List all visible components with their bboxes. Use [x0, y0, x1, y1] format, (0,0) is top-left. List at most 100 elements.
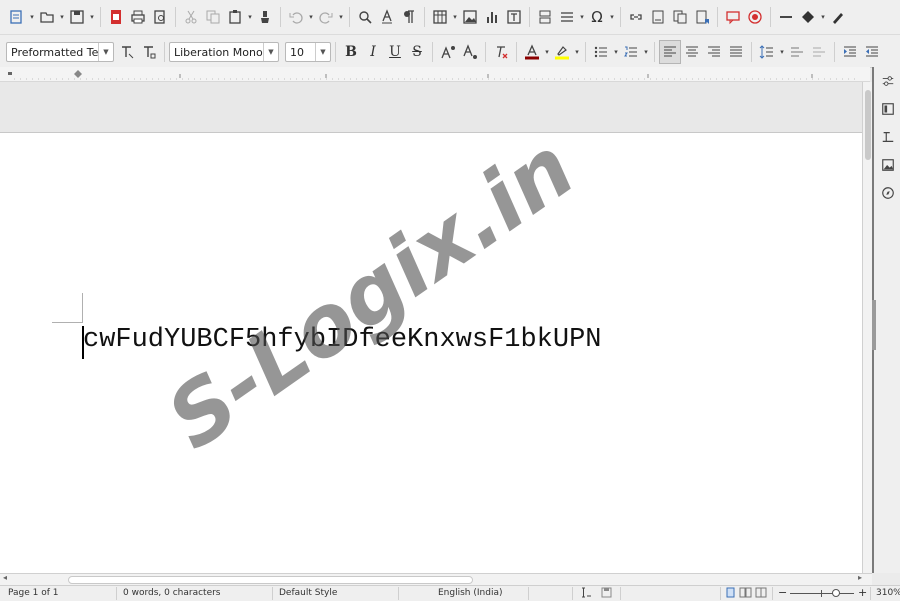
paragraph-style-select[interactable]: Preformatted Text ▼ — [6, 42, 114, 62]
redo-dropdown[interactable]: ▾ — [337, 5, 345, 29]
undo-icon[interactable] — [285, 5, 307, 29]
print-icon[interactable] — [127, 5, 149, 29]
insert-image-icon[interactable] — [459, 5, 481, 29]
vertical-scrollbar-thumb[interactable] — [865, 90, 871, 160]
bookmark-icon[interactable] — [691, 5, 713, 29]
numbered-list-icon[interactable] — [620, 40, 642, 64]
update-style-icon[interactable] — [116, 40, 138, 64]
horizontal-scrollbar-thumb[interactable] — [68, 576, 473, 584]
decrease-indent-icon[interactable] — [861, 40, 883, 64]
book-view-icon[interactable] — [755, 587, 767, 601]
footnote-icon[interactable] — [647, 5, 669, 29]
superscript-icon[interactable] — [437, 40, 459, 64]
align-center-icon[interactable] — [681, 40, 703, 64]
sidebar-styles-icon[interactable] — [874, 95, 900, 123]
page-break-icon[interactable] — [534, 5, 556, 29]
comment-icon[interactable] — [722, 5, 744, 29]
horizontal-ruler[interactable] — [0, 67, 870, 82]
insert-mode-icon[interactable] — [580, 587, 592, 601]
bullet-list-dropdown[interactable]: ▾ — [612, 40, 620, 64]
font-color-icon[interactable] — [521, 40, 543, 64]
multi-page-view-icon[interactable] — [739, 587, 753, 601]
chevron-down-icon[interactable]: ▼ — [315, 43, 330, 61]
increase-paragraph-spacing-icon[interactable] — [786, 40, 808, 64]
sidebar-resize-handle[interactable] — [872, 300, 876, 350]
line-icon[interactable] — [775, 5, 797, 29]
endnote-icon[interactable] — [669, 5, 691, 29]
special-character-dropdown[interactable]: ▾ — [608, 5, 616, 29]
spelling-icon[interactable] — [376, 5, 398, 29]
line-spacing-icon[interactable] — [756, 40, 778, 64]
special-character-icon[interactable]: Ω — [586, 5, 608, 29]
export-pdf-icon[interactable] — [105, 5, 127, 29]
track-changes-icon[interactable] — [744, 5, 766, 29]
numbered-list-dropdown[interactable]: ▾ — [642, 40, 650, 64]
new-style-icon[interactable] — [138, 40, 160, 64]
open-icon[interactable] — [36, 5, 58, 29]
find-replace-icon[interactable] — [354, 5, 376, 29]
insert-field-dropdown[interactable]: ▾ — [578, 5, 586, 29]
draw-function-icon[interactable] — [827, 5, 849, 29]
subscript-icon[interactable] — [459, 40, 481, 64]
insert-table-icon[interactable] — [429, 5, 451, 29]
document-modified-icon[interactable] — [601, 587, 612, 601]
italic-icon[interactable]: I — [362, 40, 384, 64]
insert-textbox-icon[interactable] — [503, 5, 525, 29]
page-count[interactable]: Page 1 of 1 — [8, 588, 59, 598]
decrease-paragraph-spacing-icon[interactable] — [808, 40, 830, 64]
single-page-view-icon[interactable] — [726, 587, 736, 601]
sidebar-navigator-icon[interactable] — [874, 179, 900, 207]
chevron-down-icon[interactable]: ▼ — [98, 43, 113, 61]
line-spacing-dropdown[interactable]: ▾ — [778, 40, 786, 64]
font-size-select[interactable]: 10 ▼ — [285, 42, 331, 62]
clone-formatting-icon[interactable] — [254, 5, 276, 29]
page-style[interactable]: Default Style — [279, 588, 337, 598]
font-name-select[interactable]: Liberation Mono ▼ — [169, 42, 279, 62]
copy-icon[interactable] — [202, 5, 224, 29]
underline-icon[interactable]: U — [384, 40, 406, 64]
basic-shapes-dropdown[interactable]: ▾ — [819, 5, 827, 29]
zoom-in-icon[interactable]: + — [858, 586, 867, 599]
new-dropdown[interactable]: ▾ — [28, 5, 36, 29]
bullet-list-icon[interactable] — [590, 40, 612, 64]
highlight-color-icon[interactable] — [551, 40, 573, 64]
sidebar-properties-icon[interactable] — [874, 67, 900, 95]
increase-indent-icon[interactable] — [839, 40, 861, 64]
redo-icon[interactable] — [315, 5, 337, 29]
align-left-icon[interactable] — [659, 40, 681, 64]
basic-shapes-icon[interactable] — [797, 5, 819, 29]
zoom-out-icon[interactable]: − — [778, 586, 787, 599]
scroll-left-icon[interactable]: ◂ — [3, 573, 7, 582]
justify-icon[interactable] — [725, 40, 747, 64]
zoom-slider-track[interactable] — [790, 593, 854, 594]
insert-field-icon[interactable] — [556, 5, 578, 29]
word-count[interactable]: 0 words, 0 characters — [123, 588, 221, 598]
clear-formatting-icon[interactable] — [490, 40, 512, 64]
paste-icon[interactable] — [224, 5, 246, 29]
save-dropdown[interactable]: ▾ — [88, 5, 96, 29]
scroll-right-icon[interactable]: ▸ — [858, 573, 862, 582]
zoom-level[interactable]: 310% — [876, 588, 900, 598]
new-icon[interactable] — [6, 5, 28, 29]
insert-chart-icon[interactable] — [481, 5, 503, 29]
document-page[interactable]: cwFudYUBCF5hfybIDfeeKnxwsF1bkUPN S-Logix… — [0, 133, 862, 573]
sidebar-gallery-icon[interactable] — [874, 151, 900, 179]
print-preview-icon[interactable] — [149, 5, 171, 29]
chevron-down-icon[interactable]: ▼ — [263, 43, 278, 61]
paste-dropdown[interactable]: ▾ — [246, 5, 254, 29]
formatting-marks-icon[interactable] — [398, 5, 420, 29]
save-icon[interactable] — [66, 5, 88, 29]
strikethrough-icon[interactable]: S — [406, 40, 428, 64]
bold-icon[interactable]: B — [340, 40, 362, 64]
undo-dropdown[interactable]: ▾ — [307, 5, 315, 29]
zoom-slider-handle[interactable] — [832, 589, 840, 597]
text-language[interactable]: English (India) — [438, 588, 502, 598]
open-dropdown[interactable]: ▾ — [58, 5, 66, 29]
hyperlink-icon[interactable] — [625, 5, 647, 29]
highlight-color-dropdown[interactable]: ▾ — [573, 40, 581, 64]
insert-table-dropdown[interactable]: ▾ — [451, 5, 459, 29]
align-right-icon[interactable] — [703, 40, 725, 64]
font-color-dropdown[interactable]: ▾ — [543, 40, 551, 64]
document-text[interactable]: cwFudYUBCF5hfybIDfeeKnxwsF1bkUPN — [83, 325, 601, 355]
sidebar-page-icon[interactable] — [874, 123, 900, 151]
